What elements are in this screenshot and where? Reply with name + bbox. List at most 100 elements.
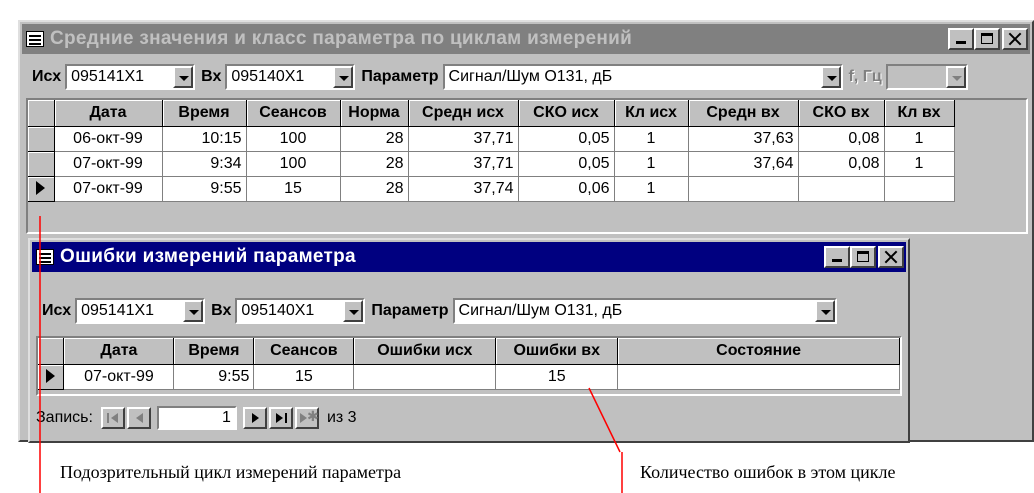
column-header[interactable]: Средн исх xyxy=(408,100,519,127)
cell-mean-src[interactable]: 37,71 xyxy=(408,126,519,152)
cell-norm[interactable]: 28 xyxy=(340,151,409,177)
row-selector[interactable] xyxy=(28,176,55,202)
column-header[interactable]: Состояние xyxy=(617,338,900,365)
cell-norm[interactable]: 28 xyxy=(340,126,409,152)
errors-window-titlebar[interactable]: Ошибки измерений параметра xyxy=(32,242,906,272)
cell-sko-src[interactable]: 0,06 xyxy=(518,176,615,202)
param-combo[interactable]: Сигнал/Шум O131, дБ xyxy=(452,298,837,324)
cell-sessions[interactable]: 100 xyxy=(246,151,341,177)
column-header[interactable]: Время xyxy=(162,100,247,127)
cell-sko-in[interactable]: 0,08 xyxy=(798,126,885,152)
cell-class-src[interactable]: 1 xyxy=(614,151,689,177)
column-header[interactable]: Кл исх xyxy=(614,100,689,127)
prev-record-button[interactable] xyxy=(126,407,151,429)
cell-mean-src[interactable]: 37,71 xyxy=(408,151,519,177)
column-header[interactable]: СКО вх xyxy=(798,100,885,127)
cell-sessions[interactable]: 15 xyxy=(246,176,341,202)
cell-class-src[interactable]: 1 xyxy=(614,176,689,202)
cell-class-src[interactable]: 1 xyxy=(614,126,689,152)
last-record-icon xyxy=(275,413,283,423)
caption-error-count: Количество ошибок в этом цикле xyxy=(640,462,896,482)
table-row[interactable]: 07-окт-99 9:55 15 15 xyxy=(38,364,900,390)
vx-combo[interactable]: 095140X1 xyxy=(225,64,356,90)
record-label: Запись: xyxy=(36,409,93,426)
cell-sko-src[interactable]: 0,05 xyxy=(518,151,615,177)
column-header[interactable]: Сеансов xyxy=(246,100,341,127)
column-header[interactable]: Ошибки исх xyxy=(353,338,497,365)
cell-sko-in[interactable] xyxy=(798,176,885,202)
table-row[interactable]: 06-окт-99 10:15 100 28 37,71 0,05 1 37,6… xyxy=(28,126,955,152)
chevron-down-icon[interactable] xyxy=(820,66,841,88)
cell-sessions[interactable]: 100 xyxy=(246,126,341,152)
form-icon xyxy=(36,249,54,265)
cell-time[interactable]: 10:15 xyxy=(162,126,247,152)
cell-date[interactable]: 07-окт-99 xyxy=(54,176,163,202)
header-row: Дата Время Сеансов Норма Средн исх СКО и… xyxy=(28,100,955,127)
cell-time[interactable]: 9:55 xyxy=(162,176,247,202)
column-header[interactable]: Дата xyxy=(54,100,163,127)
param-combo[interactable]: Сигнал/Шум O131, дБ xyxy=(442,64,843,90)
row-selector[interactable] xyxy=(28,151,55,177)
cell-date[interactable]: 06-окт-99 xyxy=(54,126,163,152)
chevron-down-icon[interactable] xyxy=(343,300,364,322)
freq-label: f, Гц xyxy=(848,68,882,85)
cell-sko-src[interactable]: 0,05 xyxy=(518,126,615,152)
maximize-button[interactable] xyxy=(974,28,1000,50)
row-selector[interactable] xyxy=(28,126,55,152)
column-header[interactable]: Кл вх xyxy=(884,100,955,127)
close-button[interactable] xyxy=(1002,28,1028,50)
isx-value: 095141X1 xyxy=(81,302,155,319)
column-header[interactable]: Дата xyxy=(63,338,175,365)
cell-time[interactable]: 9:55 xyxy=(173,364,255,390)
first-record-button[interactable] xyxy=(100,407,125,429)
cell-mean-in[interactable] xyxy=(688,176,799,202)
cell-mean-in[interactable]: 37,63 xyxy=(688,126,799,152)
cell-sko-in[interactable]: 0,08 xyxy=(798,151,885,177)
vx-label: Вх xyxy=(211,302,232,319)
chevron-down-icon[interactable] xyxy=(173,66,194,88)
minimize-button[interactable] xyxy=(824,246,850,268)
isx-combo[interactable]: 095141X1 xyxy=(75,298,206,324)
chevron-down-icon[interactable] xyxy=(814,300,835,322)
column-header[interactable]: Норма xyxy=(340,100,409,127)
main-filter-bar: Исх 095141X1 Вх 095140X1 Параметр Сигнал… xyxy=(26,64,968,90)
column-header[interactable]: Сеансов xyxy=(253,338,355,365)
new-record-button[interactable]: ✱ xyxy=(294,407,319,429)
cell-class-in[interactable]: 1 xyxy=(884,126,955,152)
errors-datasheet: Дата Время Сеансов Ошибки исх Ошибки вх … xyxy=(36,336,902,396)
cell-date[interactable]: 07-окт-99 xyxy=(63,364,175,390)
errors-window-title: Ошибки измерений параметра xyxy=(60,246,356,267)
header-row: Дата Время Сеансов Ошибки исх Ошибки вх … xyxy=(38,338,900,365)
minimize-icon xyxy=(956,41,966,44)
row-selector[interactable] xyxy=(38,364,65,390)
table-row[interactable]: 07-окт-99 9:55 15 28 37,74 0,06 1 xyxy=(28,176,955,202)
column-header[interactable]: Средн вх xyxy=(688,100,799,127)
cell-date[interactable]: 07-окт-99 xyxy=(54,151,163,177)
isx-combo[interactable]: 095141X1 xyxy=(65,64,196,90)
cell-errors-src[interactable] xyxy=(353,364,497,390)
cell-class-in[interactable] xyxy=(884,176,955,202)
record-number-input[interactable]: 1 xyxy=(156,406,237,430)
cell-errors-in[interactable]: 15 xyxy=(495,364,619,390)
chevron-down-icon[interactable] xyxy=(333,66,354,88)
table-row[interactable]: 07-окт-99 9:34 100 28 37,71 0,05 1 37,64… xyxy=(28,151,955,177)
cell-mean-src[interactable]: 37,74 xyxy=(408,176,519,202)
vx-combo[interactable]: 095140X1 xyxy=(235,298,366,324)
last-record-button[interactable] xyxy=(268,407,293,429)
cell-sessions[interactable]: 15 xyxy=(253,364,355,390)
cell-state[interactable] xyxy=(617,364,900,390)
vx-value: 095140X1 xyxy=(231,68,305,85)
chevron-down-icon[interactable] xyxy=(183,300,204,322)
cell-norm[interactable]: 28 xyxy=(340,176,409,202)
column-header[interactable]: Время xyxy=(173,338,255,365)
cell-mean-in[interactable]: 37,64 xyxy=(688,151,799,177)
next-record-button[interactable] xyxy=(242,407,267,429)
maximize-button[interactable] xyxy=(850,246,876,268)
column-header[interactable]: СКО исх xyxy=(518,100,615,127)
cell-class-in[interactable]: 1 xyxy=(884,151,955,177)
minimize-button[interactable] xyxy=(948,28,974,50)
main-window-titlebar[interactable]: Средние значения и класс параметра по ци… xyxy=(22,24,1030,54)
close-button[interactable] xyxy=(878,246,904,268)
cell-time[interactable]: 9:34 xyxy=(162,151,247,177)
column-header[interactable]: Ошибки вх xyxy=(495,338,619,365)
